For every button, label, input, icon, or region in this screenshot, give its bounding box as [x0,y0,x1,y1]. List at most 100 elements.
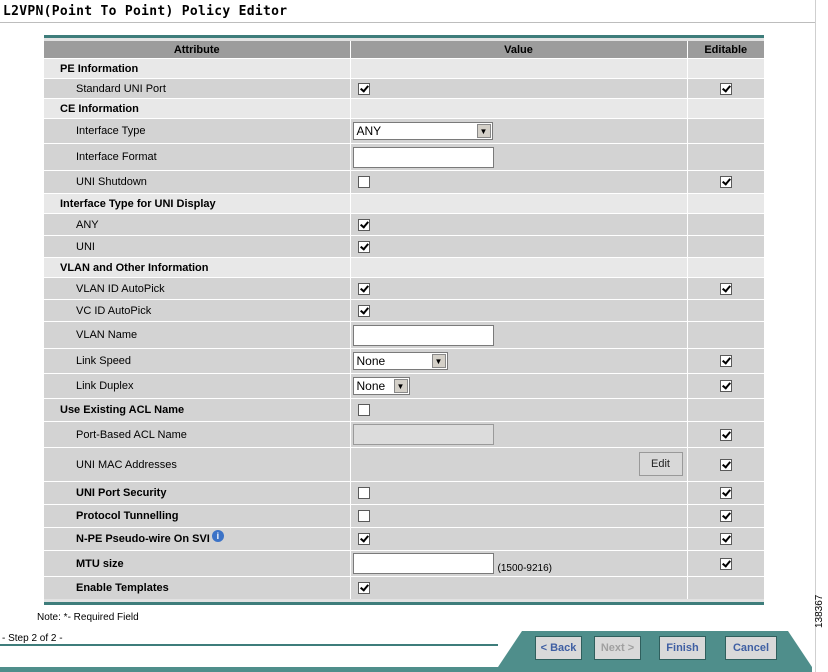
row-uni: UNI [44,235,764,258]
section-label: VLAN and Other Information [44,257,351,278]
vlan-name-input[interactable] [352,324,494,346]
row-vlan-id-autopick: VLAN ID AutoPick [44,277,764,300]
row-protocol-tunnelling: Protocol Tunnelling [44,504,764,528]
row-standard-uni-port: Standard UNI Port [44,78,764,99]
n-pe-pseudo-wire-checkbox[interactable] [357,533,370,546]
attribute-label: Interface Format [44,143,351,171]
section-label: CE Information [44,98,351,119]
editable-column-header: Editable [687,41,764,59]
policy-table-panel: Attribute Value Editable PE Information … [44,35,764,605]
section-label: Interface Type for UNI Display [44,193,351,214]
chevron-down-icon: ▼ [431,354,446,368]
row-mtu-size: MTU size (1500-9216) [44,550,764,577]
attribute-label: Use Existing ACL Name [44,398,351,422]
row-interface-type: Interface Type ANY ▼ [44,118,764,144]
info-icon[interactable]: i [211,530,224,542]
vc-id-autopick-checkbox[interactable] [357,304,370,317]
standard-uni-port-checkbox[interactable] [357,82,370,95]
row-uni-port-security: UNI Port Security [44,481,764,505]
row-uni-mac-addresses: UNI MAC Addresses Edit [44,447,764,482]
standard-uni-port-editable-checkbox[interactable] [719,82,732,95]
uni-port-security-editable-checkbox[interactable] [719,487,732,500]
uni-shutdown-checkbox[interactable] [357,176,370,189]
uni-mac-addresses-editable-checkbox[interactable] [719,458,732,471]
attribute-label: UNI Shutdown [44,170,351,194]
right-divider [815,0,816,672]
attribute-label: ANY [44,213,351,236]
attribute-label: Link Speed [44,348,351,374]
cancel-button[interactable]: Cancel [725,636,777,660]
section-label: PE Information [44,58,351,79]
section-ce-information: CE Information [44,98,764,119]
attribute-label: Protocol Tunnelling [44,504,351,528]
link-duplex-editable-checkbox[interactable] [719,380,732,393]
uni-port-security-checkbox[interactable] [357,487,370,500]
next-button[interactable]: Next > [594,636,641,660]
policy-table: Attribute Value Editable PE Information … [44,41,764,599]
link-speed-editable-checkbox[interactable] [719,355,732,368]
vlan-id-autopick-checkbox[interactable] [357,282,370,295]
interface-format-input[interactable] [352,146,494,168]
enable-templates-checkbox[interactable] [357,581,370,594]
mtu-size-input[interactable] [352,553,494,574]
edit-mac-addresses-button[interactable]: Edit [638,452,683,476]
page-title: L2VPN(Point To Point) Policy Editor [3,4,288,19]
port-based-acl-name-editable-checkbox[interactable] [719,428,732,441]
uni-shutdown-editable-checkbox[interactable] [719,176,732,189]
attribute-label: UNI MAC Addresses [44,447,351,482]
protocol-tunnelling-editable-checkbox[interactable] [719,510,732,523]
section-interface-type-for-uni-display: Interface Type for UNI Display [44,193,764,214]
attribute-label: VC ID AutoPick [44,299,351,322]
uni-checkbox[interactable] [357,240,370,253]
any-checkbox[interactable] [357,218,370,231]
row-vc-id-autopick: VC ID AutoPick [44,299,764,322]
row-vlan-name: VLAN Name [44,321,764,349]
row-link-duplex: Link Duplex None ▼ [44,373,764,399]
protocol-tunnelling-checkbox[interactable] [357,510,370,523]
attribute-label: N-PE Pseudo-wire On SVI [76,533,210,545]
section-vlan-and-other-information: VLAN and Other Information [44,257,764,278]
link-speed-value: None [356,354,386,368]
title-divider [0,22,815,23]
finish-button[interactable]: Finish [659,636,706,660]
vlan-id-autopick-editable-checkbox[interactable] [719,282,732,295]
chevron-down-icon: ▼ [476,124,491,138]
link-duplex-value: None [356,379,386,393]
row-port-based-acl-name: Port-Based ACL Name [44,421,764,448]
row-n-pe-pseudo-wire-on-svi: N-PE Pseudo-wire On SVI i [44,527,764,551]
row-enable-templates: Enable Templates [44,576,764,599]
footer-divider [0,644,510,646]
attribute-label: Standard UNI Port [44,78,351,99]
attribute-label: Interface Type [44,118,351,144]
link-duplex-select[interactable]: None ▼ [352,377,410,395]
value-column-header: Value [350,41,688,59]
attribute-label: Port-Based ACL Name [44,421,351,448]
interface-type-value: ANY [356,124,382,138]
chevron-down-icon: ▼ [393,379,408,393]
required-field-note: Note: *- Required Field [37,612,139,623]
attribute-label: VLAN Name [44,321,351,349]
attribute-label: UNI [44,235,351,258]
figure-id: 138367 [814,594,825,628]
use-existing-acl-name-checkbox[interactable] [357,404,370,417]
section-pe-information: PE Information [44,58,764,79]
mtu-range-hint: (1500-9216) [497,563,552,574]
port-based-acl-name-input[interactable] [352,424,494,445]
mtu-size-editable-checkbox[interactable] [719,557,732,570]
row-uni-shutdown: UNI Shutdown [44,170,764,194]
attribute-label: UNI Port Security [44,481,351,505]
n-pe-pseudo-wire-editable-checkbox[interactable] [719,533,732,546]
interface-type-select[interactable]: ANY ▼ [352,122,493,140]
row-link-speed: Link Speed None ▼ [44,348,764,374]
attribute-column-header: Attribute [44,41,351,59]
row-use-existing-acl-name: Use Existing ACL Name [44,398,764,422]
bottom-bar [0,667,812,672]
back-button[interactable]: < Back [535,636,582,660]
attribute-label: Link Duplex [44,373,351,399]
link-speed-select[interactable]: None ▼ [352,352,448,370]
row-any: ANY [44,213,764,236]
step-indicator: - Step 2 of 2 - [2,633,63,644]
attribute-label: Enable Templates [44,576,351,599]
attribute-label: MTU size [44,550,351,577]
attribute-label: VLAN ID AutoPick [44,277,351,300]
